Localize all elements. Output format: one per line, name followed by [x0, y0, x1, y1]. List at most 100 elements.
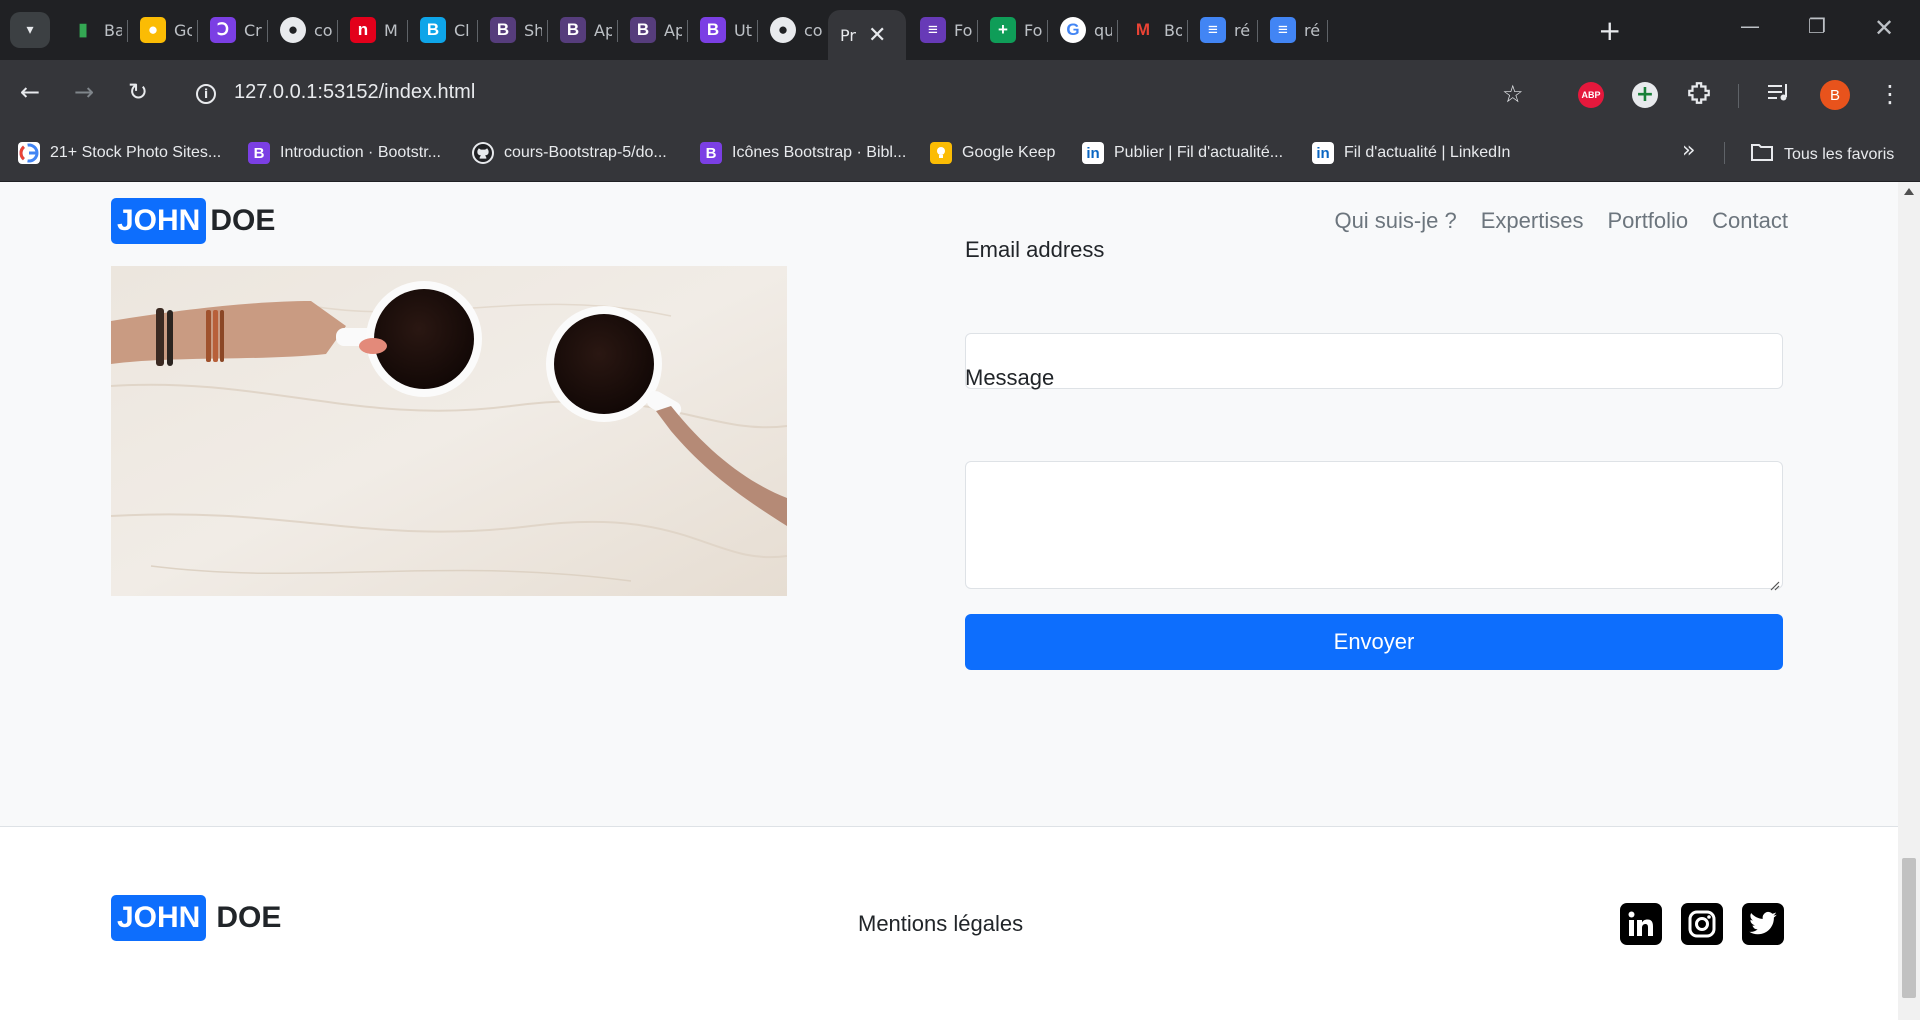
- google-icon: [18, 142, 40, 164]
- bookmarks-bar: 21+ Stock Photo Sites... B Introduction …: [0, 130, 1920, 182]
- site-info-icon[interactable]: i: [196, 84, 216, 104]
- tab-title: Sh: [524, 20, 542, 40]
- tab-title: Fo: [1024, 20, 1042, 40]
- menu-kebab-icon[interactable]: ⋮: [1878, 80, 1902, 108]
- page-scrollbar[interactable]: [1898, 182, 1920, 1020]
- extensions-puzzle-icon[interactable]: [1686, 80, 1712, 112]
- footer-logo-john: JOHN: [111, 895, 207, 941]
- bookmark-label: Google Keep: [962, 144, 1056, 161]
- bookmark-label: Publier | Fil d'actualité...: [1114, 144, 1284, 161]
- tab-title: qu: [1094, 20, 1112, 40]
- forward-arrow-icon[interactable]: →: [74, 78, 94, 106]
- bootstrap-icon: B: [630, 17, 656, 43]
- gmail-icon: M: [1135, 20, 1151, 39]
- scroll-up-arrow-icon[interactable]: [1904, 188, 1914, 195]
- forms-icon: ≡: [920, 17, 946, 43]
- email-label: Email address: [965, 237, 1105, 262]
- tab-title: Bo: [1164, 20, 1182, 40]
- nav-link-about[interactable]: Qui suis-je ?: [1334, 208, 1456, 234]
- reload-icon[interactable]: ↻: [128, 78, 148, 106]
- footer-logo[interactable]: JOHN DOE: [111, 895, 281, 941]
- submit-button[interactable]: Envoyer: [965, 614, 1783, 670]
- tab-title: Ba: [104, 20, 122, 40]
- keep-icon: ●: [140, 17, 166, 43]
- sheets-icon: +: [990, 17, 1016, 43]
- bootstrap-icon: B: [490, 17, 516, 43]
- bookmark-item[interactable]: in Fil d'actualité | LinkedIn: [1312, 142, 1510, 164]
- resize-handle-icon[interactable]: [1770, 576, 1780, 591]
- coffee-cups-image: [111, 266, 787, 596]
- address-bar[interactable]: 127.0.0.1:53152/index.html: [234, 81, 475, 104]
- nav-link-contact[interactable]: Contact: [1712, 208, 1788, 234]
- restore-icon[interactable]: ❐: [1808, 14, 1826, 38]
- docs-icon: ≡: [1200, 17, 1226, 43]
- tab-title: Pr: [840, 25, 856, 45]
- bookmark-item[interactable]: in Publier | Fil d'actualité...: [1082, 142, 1283, 164]
- site-logo[interactable]: JOHN DOE: [111, 198, 275, 244]
- instagram-icon[interactable]: [1681, 903, 1723, 945]
- bookmark-label: cours-Bootstrap-5/do...: [504, 144, 667, 161]
- logo-john: JOHN: [111, 198, 207, 244]
- extension-plus-icon[interactable]: +: [1632, 82, 1658, 108]
- bar-chart-icon: ▮: [78, 20, 88, 39]
- tab-active[interactable]: Pr ✕: [828, 10, 906, 60]
- bookmark-label: Introduction · Bootstr...: [280, 144, 441, 161]
- bootstrap-icon: B: [248, 142, 270, 164]
- bookmark-star-icon[interactable]: ☆: [1502, 80, 1524, 108]
- nav-link-expertises[interactable]: Expertises: [1481, 208, 1584, 234]
- tab-title: co: [314, 20, 332, 40]
- new-tab-button[interactable]: +: [1598, 14, 1621, 47]
- tab-divider: [1327, 20, 1328, 42]
- bookmark-item[interactable]: Google Keep: [930, 142, 1055, 164]
- bookmark-label: Icônes Bootstrap · Bibl...: [732, 144, 907, 161]
- bookmark-item[interactable]: B Icônes Bootstrap · Bibl...: [700, 142, 906, 164]
- tab-title: Cr: [244, 20, 262, 40]
- email-field[interactable]: [965, 333, 1783, 389]
- bookmark-label: Fil d'actualité | LinkedIn: [1344, 144, 1511, 161]
- minimize-icon[interactable]: —: [1740, 14, 1760, 38]
- twitter-icon[interactable]: [1742, 903, 1784, 945]
- close-tab-icon[interactable]: ✕: [868, 23, 886, 48]
- bookmark-item[interactable]: cours-Bootstrap-5/do...: [472, 142, 667, 164]
- linkedin-icon[interactable]: [1620, 903, 1662, 945]
- github-icon: ●: [280, 17, 306, 43]
- legal-notice-link[interactable]: Mentions légales: [858, 911, 1023, 937]
- site-footer: JOHN DOE Mentions légales: [0, 826, 1898, 1020]
- profile-avatar[interactable]: B: [1820, 80, 1850, 110]
- scrollbar-thumb[interactable]: [1902, 858, 1916, 998]
- google-icon: G: [1060, 17, 1086, 43]
- bootstrap-icon: B: [700, 142, 722, 164]
- more-bookmarks-chevron-icon[interactable]: »: [1682, 138, 1695, 163]
- tab-title: Fo: [954, 20, 972, 40]
- page-viewport: JOHN DOE Qui suis-je ? Expertises Portfo…: [0, 182, 1898, 1020]
- browser-tab-bar: ▾ ▮ Ba ● Go Ↄ Cr ● co n M B Cl B Sh B Ap B Ap B Ut ● co Pr ✕ ≡ Fo…: [0, 0, 1920, 60]
- all-bookmarks-button[interactable]: Tous les favoris: [1750, 142, 1894, 167]
- bookmark-item[interactable]: 21+ Stock Photo Sites...: [18, 142, 221, 164]
- linkedin-icon: in: [1312, 142, 1334, 164]
- m-logo-icon: n: [350, 17, 376, 43]
- tab-title: Ap: [664, 20, 682, 40]
- bookmark-item[interactable]: B Introduction · Bootstr...: [248, 142, 441, 164]
- crescent-icon: Ↄ: [210, 17, 236, 43]
- back-arrow-icon[interactable]: ←: [20, 78, 40, 106]
- close-window-icon[interactable]: ✕: [1874, 14, 1894, 42]
- tab-title: ré: [1304, 20, 1321, 40]
- tab-search-button[interactable]: ▾: [10, 12, 50, 48]
- github-icon: [472, 142, 494, 164]
- tab[interactable]: ≡ ré: [1258, 10, 1343, 50]
- b-logo-icon: B: [420, 17, 446, 43]
- keep-icon: [930, 142, 952, 164]
- logo-doe: DOE: [210, 204, 276, 237]
- bootstrap-icon: B: [560, 17, 586, 43]
- bootstrap-icon: B: [700, 17, 726, 43]
- nav-link-portfolio[interactable]: Portfolio: [1607, 208, 1688, 234]
- message-label: Message: [965, 365, 1055, 390]
- adblock-plus-icon[interactable]: ABP: [1578, 82, 1604, 108]
- all-bookmarks-label: Tous les favoris: [1784, 145, 1895, 163]
- folder-icon: [1750, 142, 1774, 167]
- tab-title: co: [804, 20, 822, 40]
- media-control-icon[interactable]: [1766, 80, 1792, 110]
- message-textarea[interactable]: [965, 461, 1783, 591]
- tab-title: Ut: [734, 20, 752, 40]
- docs-icon: ≡: [1270, 17, 1296, 43]
